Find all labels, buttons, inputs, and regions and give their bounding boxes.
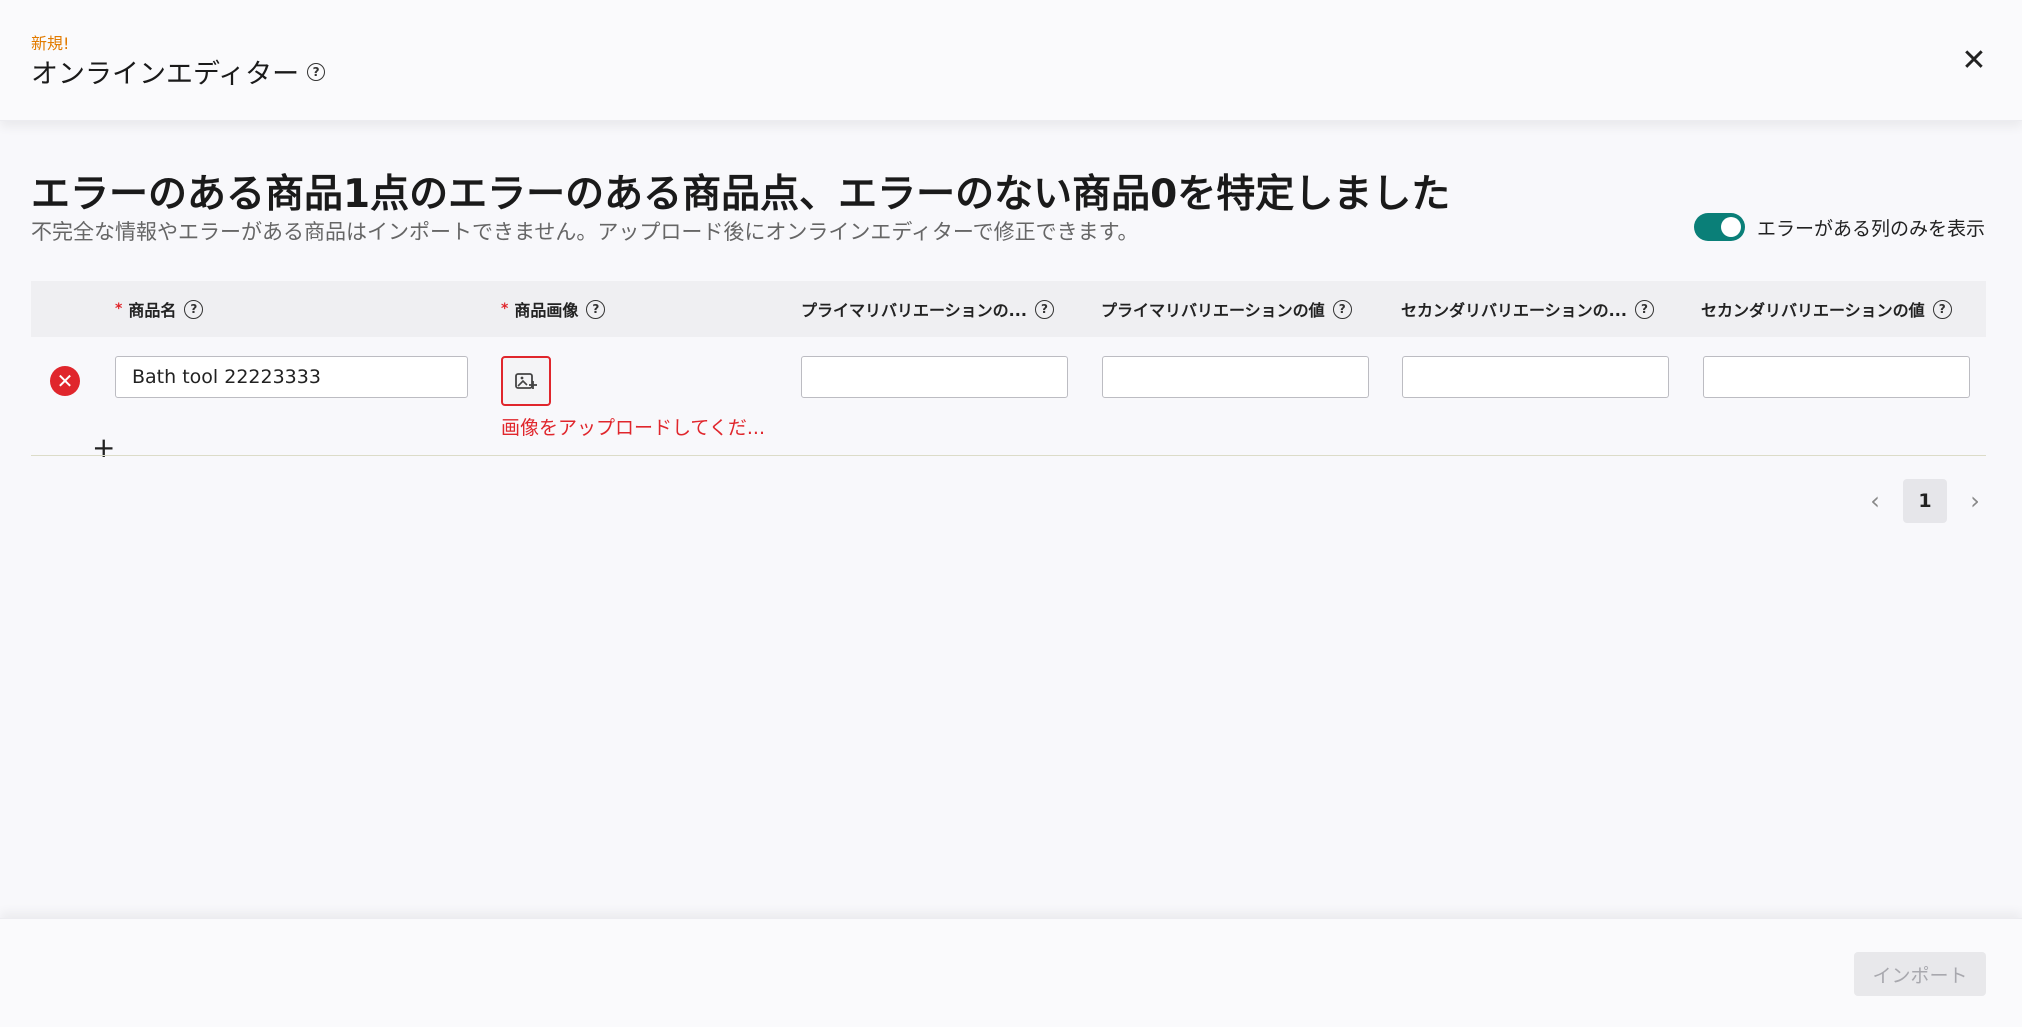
help-icon[interactable]: ?	[1634, 299, 1654, 319]
pagination: ‹ 1 ›	[1855, 479, 1995, 523]
prev-page-icon[interactable]: ‹	[1855, 487, 1895, 515]
row-error-icon: ✕	[50, 366, 80, 396]
error-columns-toggle[interactable]	[1693, 213, 1745, 241]
column-label: セカンダリバリエーションの値	[1701, 301, 1925, 320]
summary-subtitle: 不完全な情報やエラーがある商品はインポートできません。アップロード後にオンライン…	[31, 220, 1139, 244]
table-header: * 商品名 ? * 商品画像 ? プライマリバリエーションの... ? プライマ…	[31, 281, 1986, 337]
close-button[interactable]: ✕	[1958, 43, 1990, 78]
summary-title: エラーのある商品1点のエラーのある商品点、エラーのない商品0を特定しました	[31, 172, 1451, 217]
required-mark: *	[501, 301, 509, 317]
secondary-variation-name-input[interactable]	[1402, 356, 1669, 398]
column-header-primary-variation-value: プライマリバリエーションの値 ?	[1101, 281, 1352, 337]
import-button[interactable]: インポート	[1854, 952, 1986, 996]
column-header-product-name: * 商品名 ?	[115, 281, 204, 337]
help-icon[interactable]: ?	[184, 299, 204, 319]
column-label: セカンダリバリエーションの...	[1401, 301, 1627, 320]
editor-footer	[0, 918, 2022, 1027]
column-header-secondary-variation-name: セカンダリバリエーションの... ?	[1401, 281, 1654, 337]
column-label: 商品名	[128, 301, 177, 320]
primary-variation-value-input[interactable]	[1102, 356, 1369, 398]
error-columns-filter: エラーがある列のみを表示	[1693, 213, 1985, 241]
product-name-input[interactable]: Bath tool 22223333	[115, 356, 468, 398]
column-label: 商品画像	[514, 301, 579, 320]
editor-header: 新規! オンラインエディター ? ✕	[0, 0, 2022, 121]
image-upload-button[interactable]	[501, 356, 551, 406]
next-page-icon[interactable]: ›	[1955, 487, 1995, 515]
primary-variation-name-input[interactable]	[801, 356, 1068, 398]
column-label: プライマリバリエーションの値	[1101, 301, 1325, 320]
column-header-primary-variation-name: プライマリバリエーションの... ?	[801, 281, 1054, 337]
help-icon[interactable]: ?	[1332, 299, 1352, 319]
column-header-product-image: * 商品画像 ?	[501, 281, 606, 337]
title-row: オンラインエディター ?	[31, 52, 326, 91]
editor-title: オンラインエディター	[31, 59, 300, 90]
add-image-icon	[515, 373, 537, 389]
column-label: プライマリバリエーションの...	[801, 301, 1027, 320]
secondary-variation-value-input[interactable]	[1703, 356, 1970, 398]
help-icon[interactable]: ?	[307, 62, 326, 81]
required-mark: *	[115, 301, 123, 317]
row-divider	[31, 455, 1986, 456]
error-columns-toggle-label: エラーがある列のみを表示	[1756, 217, 1985, 240]
help-icon[interactable]: ?	[586, 299, 606, 319]
image-error-message: 画像をアップロードしてくだ...	[501, 417, 765, 439]
cursor-crosshair-icon: +	[92, 431, 116, 464]
column-header-secondary-variation-value: セカンダリバリエーションの値 ?	[1701, 281, 1952, 337]
help-icon[interactable]: ?	[1932, 299, 1952, 319]
page-number-current[interactable]: 1	[1903, 479, 1947, 523]
new-badge: 新規!	[31, 34, 70, 53]
help-icon[interactable]: ?	[1034, 299, 1054, 319]
toggle-knob	[1720, 217, 1741, 237]
